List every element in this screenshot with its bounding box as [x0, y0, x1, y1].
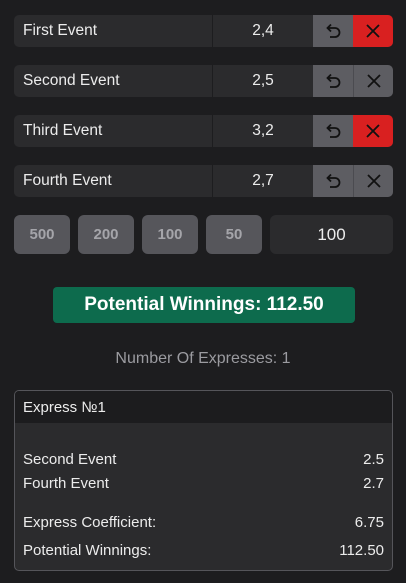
express-event-line: Fourth Event 2.7 — [23, 475, 384, 492]
stake-button-500[interactable]: 500 — [14, 215, 70, 254]
undo-icon — [326, 73, 341, 88]
event-row-first: First Event 2,4 — [14, 15, 393, 47]
event-coefficient: 3,2 — [252, 122, 274, 139]
close-icon — [366, 124, 380, 138]
express-title: Express №1 — [15, 391, 392, 423]
event-name: Fourth Event — [14, 165, 213, 197]
event-name: First Event — [14, 15, 213, 47]
undo-icon — [326, 173, 341, 188]
stake-button-200[interactable]: 200 — [78, 215, 134, 254]
express-coefficient-label: Express Coefficient: — [23, 514, 157, 531]
event-name: Second Event — [14, 65, 213, 97]
express-event-name: Second Event — [23, 451, 117, 468]
remove-button[interactable] — [353, 115, 393, 147]
undo-button[interactable] — [313, 165, 353, 197]
express-event-name: Fourth Event — [23, 475, 109, 492]
express-event-line: Second Event 2.5 — [23, 451, 384, 468]
undo-icon — [326, 23, 341, 38]
undo-button[interactable] — [313, 15, 353, 47]
express-coefficient-value: 6.75 — [354, 514, 384, 531]
number-of-expresses: Number Of Expresses: 1 — [115, 350, 291, 367]
express-winnings-line: Potential Winnings: 112.50 — [23, 542, 384, 559]
stake-amount-input[interactable]: 100 — [270, 215, 393, 254]
stake-button-100[interactable]: 100 — [142, 215, 198, 254]
express-event-coefficient: 2.5 — [363, 451, 384, 468]
event-row-third: Third Event 3,2 — [14, 115, 393, 147]
event-row-fourth: Fourth Event 2,7 — [14, 165, 393, 197]
express-winnings-value: 112.50 — [339, 542, 384, 559]
remove-button[interactable] — [353, 165, 393, 197]
express-winnings-label: Potential Winnings: — [23, 542, 152, 559]
express-event-coefficient: 2.7 — [363, 475, 384, 492]
close-icon — [366, 174, 381, 188]
undo-button[interactable] — [313, 115, 353, 147]
express-coefficient-line: Express Coefficient: 6.75 — [23, 514, 384, 531]
remove-button[interactable] — [353, 15, 393, 47]
undo-icon — [326, 123, 341, 138]
close-icon — [366, 24, 380, 38]
event-coefficient: 2,5 — [252, 72, 274, 89]
stake-button-50[interactable]: 50 — [206, 215, 262, 254]
potential-winnings-banner: Potential Winnings: 112.50 — [53, 287, 355, 323]
event-row-second: Second Event 2,5 — [14, 65, 393, 97]
undo-button[interactable] — [313, 65, 353, 97]
event-name: Third Event — [14, 115, 213, 147]
close-icon — [366, 74, 381, 88]
express-card: Express №1 Second Event 2.5 Fourth Event… — [14, 390, 393, 571]
event-coefficient: 2,7 — [252, 172, 274, 189]
event-coefficient: 2,4 — [252, 22, 274, 39]
remove-button[interactable] — [353, 65, 393, 97]
